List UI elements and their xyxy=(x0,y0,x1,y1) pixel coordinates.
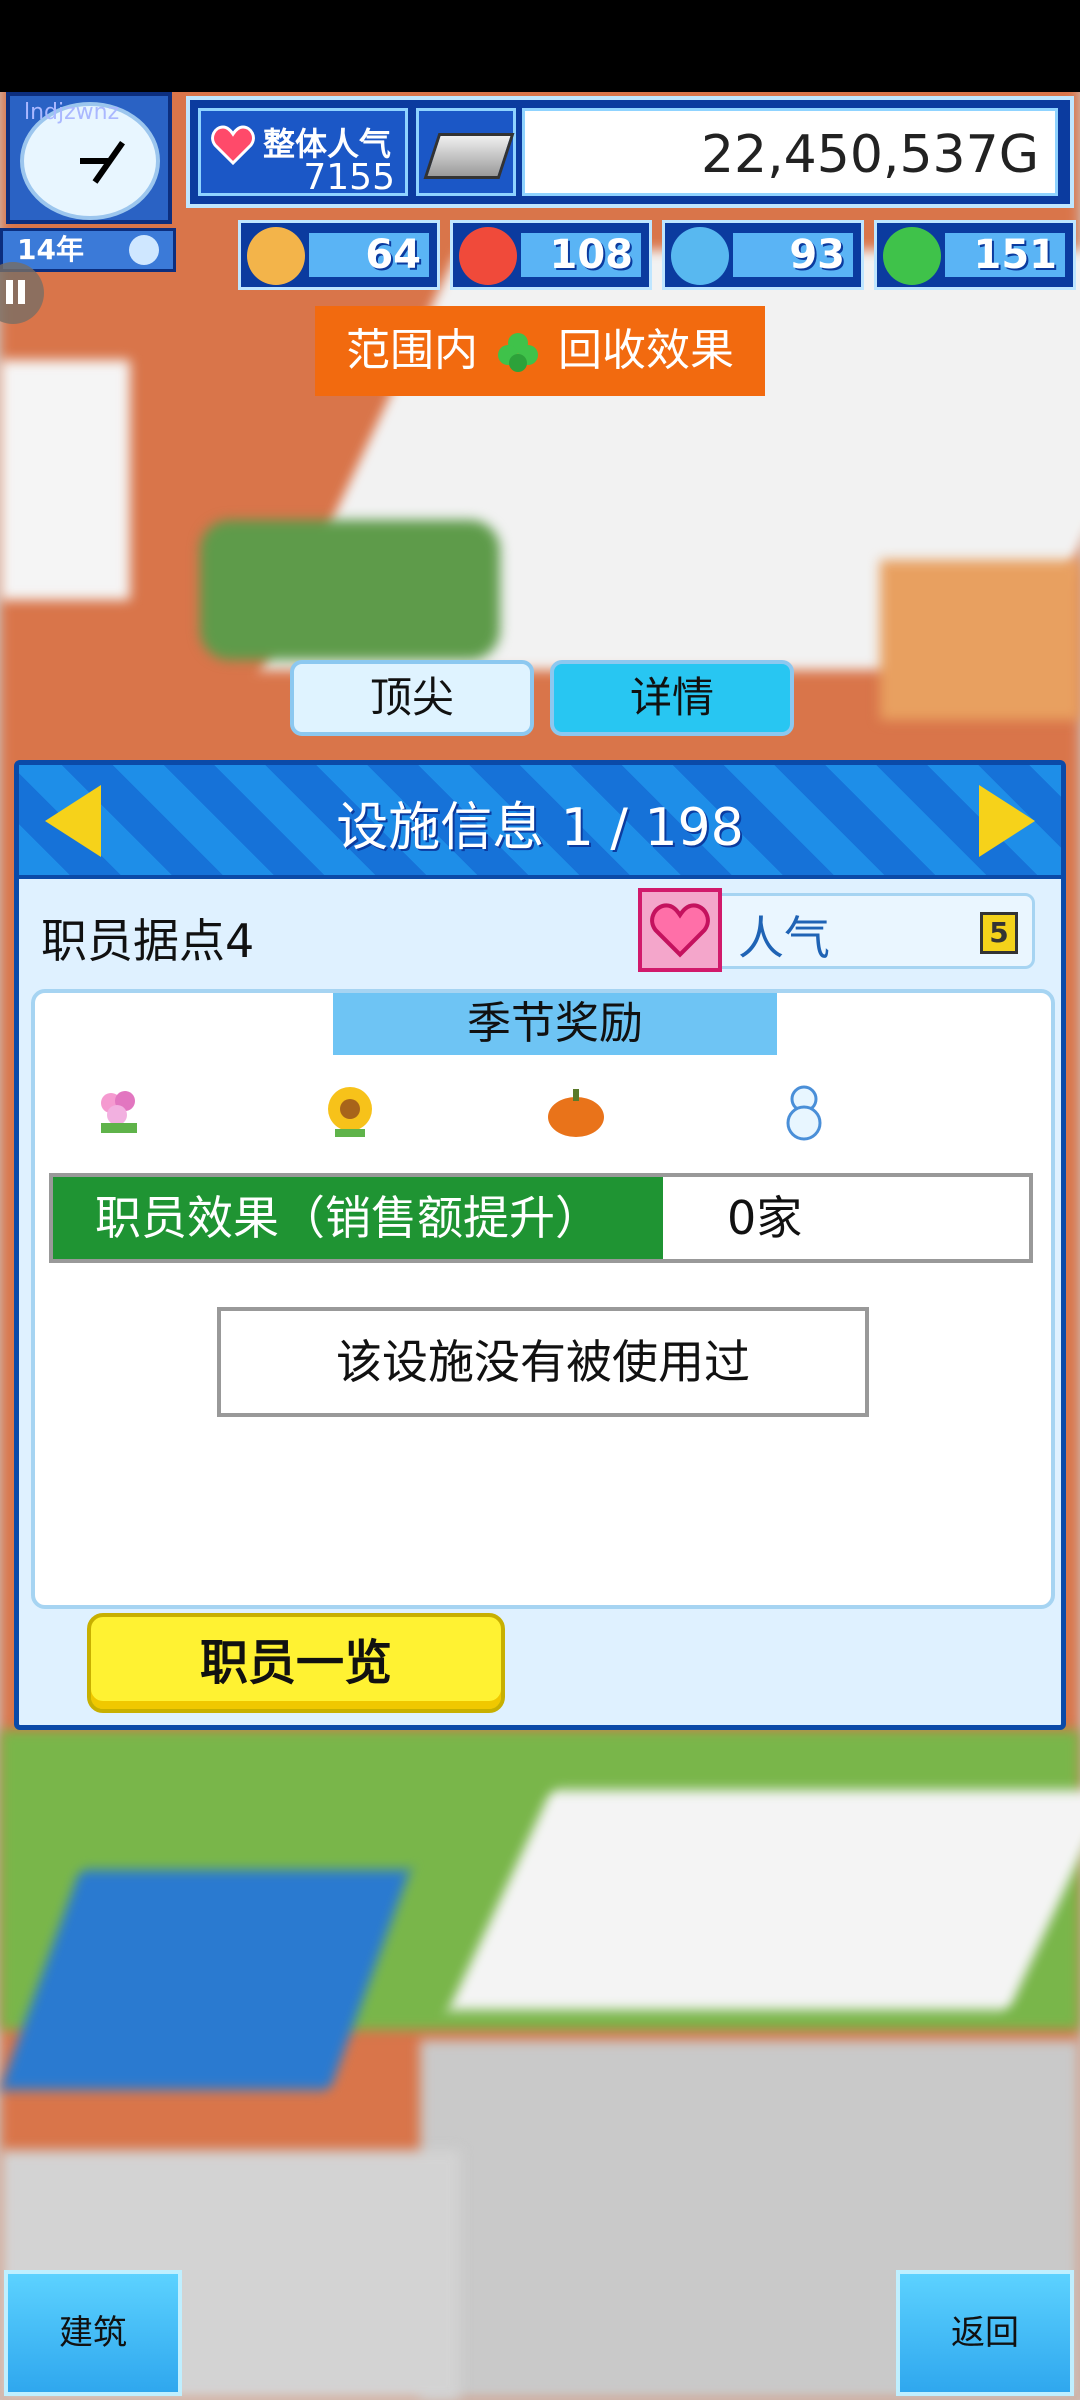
panel-title: 设施信息 1 / 198 xyxy=(336,798,744,858)
build-button[interactable]: 建筑 xyxy=(4,2270,182,2396)
category-box: 人气 5 xyxy=(638,888,1035,972)
stat-value: 64 xyxy=(309,233,429,277)
category-label: 人气 xyxy=(738,911,830,965)
staff-effect-label: 职员效果（销售额提升） xyxy=(53,1177,663,1259)
season-bonus-title: 季节奖励 xyxy=(333,993,777,1055)
facility-detail-card: 季节奖励 职员效果（销售额提升） 0家 该设施没有被使用过 xyxy=(31,989,1055,1609)
clock-hand-minute xyxy=(80,158,108,164)
money-icon-box xyxy=(416,108,516,196)
pumpkin-icon xyxy=(548,1089,604,1137)
clover-icon xyxy=(498,333,538,372)
staff-effect-row: 职员效果（销售额提升） 0家 xyxy=(49,1173,1033,1263)
tab-top[interactable]: 顶尖 xyxy=(290,660,534,736)
snowman-icon xyxy=(786,1085,822,1141)
stat-flame: 108 xyxy=(450,220,652,290)
staff-list-button[interactable]: 职员一览 xyxy=(87,1613,505,1713)
panel-header: 设施信息 1 / 198 xyxy=(19,765,1061,879)
top-resource-bar: 整体人气 7155 22,450,537G xyxy=(186,96,1074,208)
flame-icon xyxy=(459,227,517,285)
next-facility-arrow-icon[interactable] xyxy=(979,785,1035,857)
heart-icon xyxy=(638,888,722,972)
facility-name: 职员据点4 xyxy=(41,914,255,968)
facility-info-panel: 设施信息 1 / 198 职员据点4 人气 5 季节奖励 职员效果（销售额提升）… xyxy=(14,760,1066,1730)
clover-icon xyxy=(883,227,941,285)
water-drop-icon xyxy=(671,227,729,285)
year-label: 14年 xyxy=(17,233,84,266)
stat-value: 151 xyxy=(945,233,1065,277)
smile-icon xyxy=(247,227,305,285)
watermark-text: lndjzwnz xyxy=(24,100,120,125)
stat-value: 93 xyxy=(733,233,853,277)
stat-value: 108 xyxy=(521,233,641,277)
tab-detail[interactable]: 详情 xyxy=(550,660,794,736)
stat-smile: 64 xyxy=(238,220,440,290)
flower-icon xyxy=(101,1091,137,1133)
sunflower-icon xyxy=(328,1087,372,1137)
game-clock: lndjzwnz xyxy=(6,92,172,224)
heart-icon xyxy=(211,125,255,165)
money-value: 22,450,537G xyxy=(700,125,1039,185)
back-button[interactable]: 返回 xyxy=(896,2270,1074,2396)
money-display: 22,450,537G xyxy=(522,108,1058,196)
stat-clover: 151 xyxy=(874,220,1076,290)
winter-season-icon xyxy=(129,235,159,265)
banner-suffix: 回收效果 xyxy=(558,325,734,376)
silver-bar-icon xyxy=(423,133,515,179)
popularity-box: 整体人气 7155 xyxy=(198,108,408,198)
unused-notice: 该设施没有被使用过 xyxy=(217,1307,869,1417)
stat-water: 93 xyxy=(662,220,864,290)
range-effect-banner: 范围内 回收效果 xyxy=(315,306,765,396)
category-level-badge: 5 xyxy=(980,912,1018,954)
popularity-value: 7155 xyxy=(303,157,395,198)
status-bar xyxy=(0,0,1080,92)
staff-effect-value: 0家 xyxy=(727,1191,803,1245)
banner-prefix: 范围内 xyxy=(346,325,478,376)
